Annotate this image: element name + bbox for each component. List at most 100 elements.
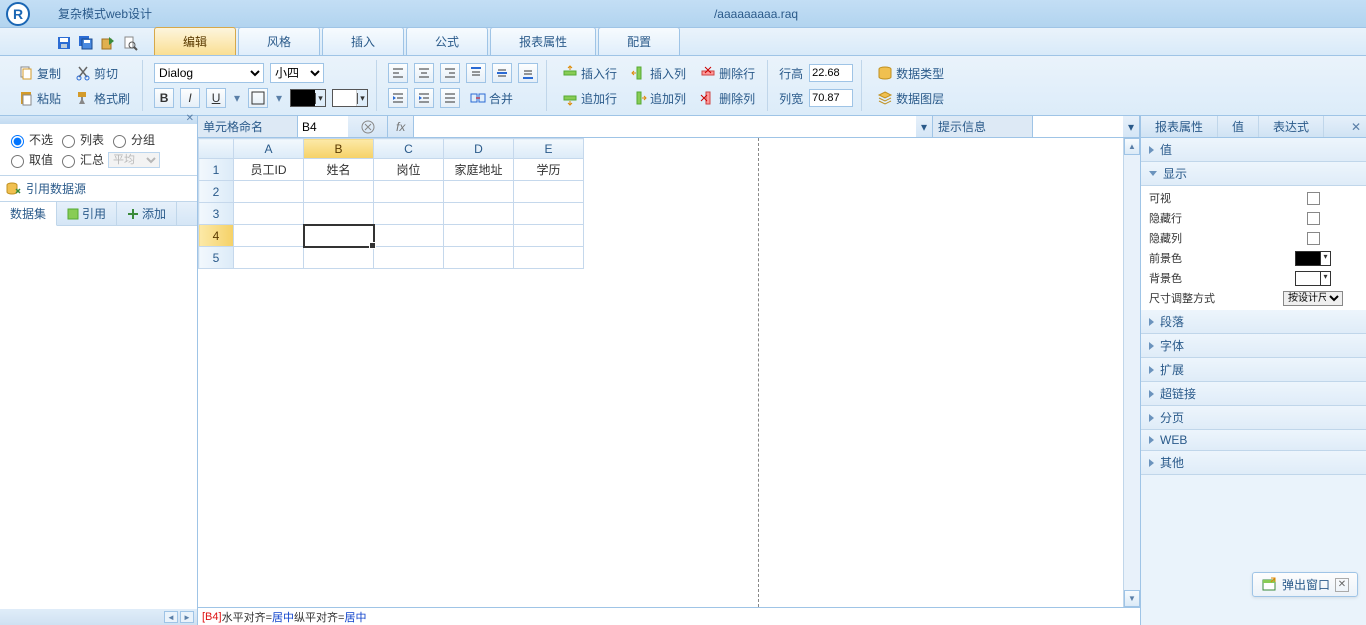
- radio-none[interactable]: 不选: [6, 131, 53, 148]
- radio-value[interactable]: 取值: [6, 151, 53, 168]
- font-size-select[interactable]: 小四: [270, 63, 324, 83]
- tab-edit[interactable]: 编辑: [154, 27, 236, 55]
- font-family-select[interactable]: Dialog: [154, 63, 264, 83]
- bold-button[interactable]: B: [154, 88, 174, 108]
- saveall-icon[interactable]: [78, 35, 94, 51]
- align-right-button[interactable]: [440, 63, 460, 83]
- cell[interactable]: [234, 247, 304, 269]
- backcolor-button[interactable]: ▾: [332, 89, 368, 107]
- preview-icon[interactable]: [122, 35, 138, 51]
- acc-value[interactable]: 值: [1141, 138, 1366, 162]
- tab-style[interactable]: 风格: [238, 27, 320, 55]
- cell[interactable]: [304, 203, 374, 225]
- format-painter-button[interactable]: 格式刷: [71, 88, 134, 109]
- data-layer-button[interactable]: 数据图层: [873, 88, 948, 109]
- cell[interactable]: 员工ID: [234, 159, 304, 181]
- vertical-scrollbar[interactable]: ▲ ▼: [1123, 138, 1140, 607]
- underline-button[interactable]: U: [206, 88, 226, 108]
- cell[interactable]: [374, 247, 444, 269]
- border-button[interactable]: [248, 88, 268, 108]
- export-icon[interactable]: [100, 35, 116, 51]
- rtab-attr[interactable]: 报表属性: [1141, 116, 1218, 137]
- insert-col-button[interactable]: 插入列: [627, 63, 690, 84]
- justify-button[interactable]: [440, 88, 460, 108]
- border-dd2[interactable]: ▾: [274, 91, 284, 105]
- tab-report-attr[interactable]: 报表属性: [490, 27, 596, 55]
- resize-select[interactable]: 按设计尺寸不: [1283, 291, 1343, 306]
- tab-add[interactable]: 添加: [117, 202, 177, 225]
- delete-row-button[interactable]: 删除行: [696, 63, 759, 84]
- cell[interactable]: [304, 181, 374, 203]
- bg-color-picker[interactable]: ▾: [1295, 271, 1331, 286]
- acc-page[interactable]: 分页: [1141, 406, 1366, 430]
- cell[interactable]: 姓名: [304, 159, 374, 181]
- cell[interactable]: [514, 225, 584, 247]
- delete-col-button[interactable]: 删除列: [696, 88, 759, 109]
- row-header-4[interactable]: 4: [199, 225, 234, 247]
- col-header-a[interactable]: A: [234, 139, 304, 159]
- cell[interactable]: [514, 181, 584, 203]
- radio-sum[interactable]: 汇总: [57, 151, 104, 168]
- align-center-button[interactable]: [414, 63, 434, 83]
- cell[interactable]: [514, 203, 584, 225]
- close-right-icon[interactable]: ✕: [1346, 120, 1366, 134]
- tab-config[interactable]: 配置: [598, 27, 680, 55]
- row-height-input[interactable]: [809, 64, 853, 82]
- forecolor-button[interactable]: ▾: [290, 89, 326, 107]
- cell[interactable]: [234, 203, 304, 225]
- valign-top-button[interactable]: [466, 63, 486, 83]
- col-header-c[interactable]: C: [374, 139, 444, 159]
- row-header-1[interactable]: 1: [199, 159, 234, 181]
- align-left-button[interactable]: [388, 63, 408, 83]
- row-header-3[interactable]: 3: [199, 203, 234, 225]
- rtab-val[interactable]: 值: [1218, 116, 1259, 137]
- cell[interactable]: [374, 203, 444, 225]
- scroll-up-icon[interactable]: ▲: [1124, 138, 1140, 155]
- close-icon[interactable]: ✕: [186, 113, 194, 124]
- cell-ref-input[interactable]: [298, 116, 348, 137]
- paste-button[interactable]: 粘贴: [14, 88, 65, 109]
- cell[interactable]: [234, 225, 304, 247]
- formula-input[interactable]: [414, 116, 916, 137]
- visible-checkbox[interactable]: [1307, 192, 1320, 205]
- cell[interactable]: [374, 181, 444, 203]
- cell[interactable]: [444, 225, 514, 247]
- cell[interactable]: 岗位: [374, 159, 444, 181]
- italic-button[interactable]: I: [180, 88, 200, 108]
- selected-cell[interactable]: [304, 225, 374, 247]
- cell[interactable]: [444, 203, 514, 225]
- merge-button[interactable]: 合并: [466, 88, 517, 109]
- col-header-b[interactable]: B: [304, 139, 374, 159]
- cell[interactable]: 家庭地址: [444, 159, 514, 181]
- valign-bot-button[interactable]: [518, 63, 538, 83]
- row-header-5[interactable]: 5: [199, 247, 234, 269]
- tab-formula[interactable]: 公式: [406, 27, 488, 55]
- col-header-e[interactable]: E: [514, 139, 584, 159]
- border-dropdown[interactable]: ▾: [232, 91, 242, 105]
- acc-link[interactable]: 超链接: [1141, 382, 1366, 406]
- cut-button[interactable]: 剪切: [71, 63, 122, 84]
- hint-input[interactable]: [1033, 116, 1123, 137]
- acc-font[interactable]: 字体: [1141, 334, 1366, 358]
- hidecol-checkbox[interactable]: [1307, 232, 1320, 245]
- indent-inc-button[interactable]: [414, 88, 434, 108]
- append-col-button[interactable]: 追加列: [627, 88, 690, 109]
- indent-dec-button[interactable]: [388, 88, 408, 108]
- hint-dropdown-icon[interactable]: ▾: [1123, 116, 1140, 137]
- acc-web[interactable]: WEB: [1141, 430, 1366, 451]
- popup-window-button[interactable]: 弹出窗口 ✕: [1252, 572, 1358, 597]
- tab-quote[interactable]: 引用: [57, 202, 117, 225]
- cell[interactable]: 学历: [514, 159, 584, 181]
- scroll-right-icon[interactable]: ►: [180, 611, 194, 623]
- append-row-button[interactable]: 追加行: [558, 88, 621, 109]
- cell[interactable]: [374, 225, 444, 247]
- save-icon[interactable]: [56, 35, 72, 51]
- data-type-button[interactable]: 数据类型: [873, 63, 948, 84]
- cell[interactable]: [304, 247, 374, 269]
- acc-para[interactable]: 段落: [1141, 310, 1366, 334]
- cell[interactable]: [514, 247, 584, 269]
- row-header-2[interactable]: 2: [199, 181, 234, 203]
- popup-close-icon[interactable]: ✕: [1335, 578, 1349, 592]
- cell[interactable]: [234, 181, 304, 203]
- quote-datasource-link[interactable]: 引用数据源: [0, 176, 197, 202]
